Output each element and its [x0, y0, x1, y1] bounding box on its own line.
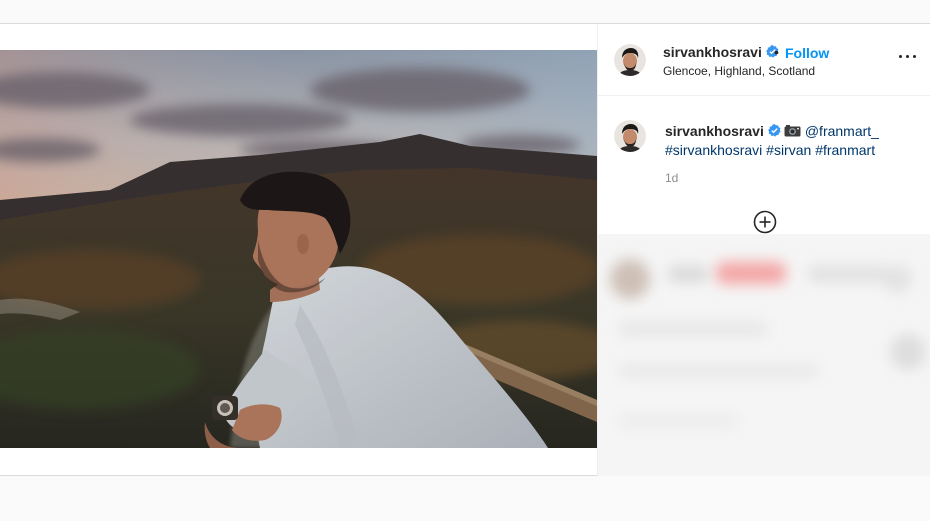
caption-comment: sirvankhosravi @franmart_ #sirvankhosrav… [598, 96, 930, 236]
caption-username[interactable]: sirvankhosravi [665, 123, 764, 139]
verified-badge-icon [767, 124, 781, 137]
hashtag-link[interactable]: #sirvankhosravi [665, 142, 762, 158]
avatar[interactable] [614, 120, 646, 152]
avatar[interactable] [614, 44, 646, 76]
post-header: sirvankhosravi • Follow Glencoe, Highlan… [598, 24, 930, 96]
post-photo-image [0, 50, 597, 448]
plus-circle-icon[interactable] [753, 210, 777, 234]
camera-emoji-icon [784, 125, 801, 137]
mention-link[interactable]: @franmart_ [805, 123, 879, 139]
header-username[interactable]: sirvankhosravi [663, 44, 779, 60]
hashtag-link[interactable]: #sirvan [766, 142, 811, 158]
username-text[interactable]: sirvankhosravi [663, 44, 762, 60]
caption-text: sirvankhosravi @franmart_ #sirvankhosrav… [665, 122, 915, 160]
post-photo[interactable] [0, 50, 597, 448]
follow-button[interactable]: Follow [785, 45, 829, 61]
post-timestamp[interactable]: 1d [665, 171, 678, 185]
post-card: sirvankhosravi • Follow Glencoe, Highlan… [0, 24, 930, 476]
blurred-comments-area [598, 234, 930, 476]
more-options-icon[interactable] [898, 50, 918, 64]
top-strip [0, 0, 930, 24]
post-sidebar: sirvankhosravi • Follow Glencoe, Highlan… [597, 24, 930, 476]
separator-dot: • [774, 44, 779, 60]
hashtag-link[interactable]: #franmart [815, 142, 875, 158]
blurred-content [598, 234, 930, 476]
location-link[interactable]: Glencoe, Highland, Scotland [663, 64, 815, 78]
